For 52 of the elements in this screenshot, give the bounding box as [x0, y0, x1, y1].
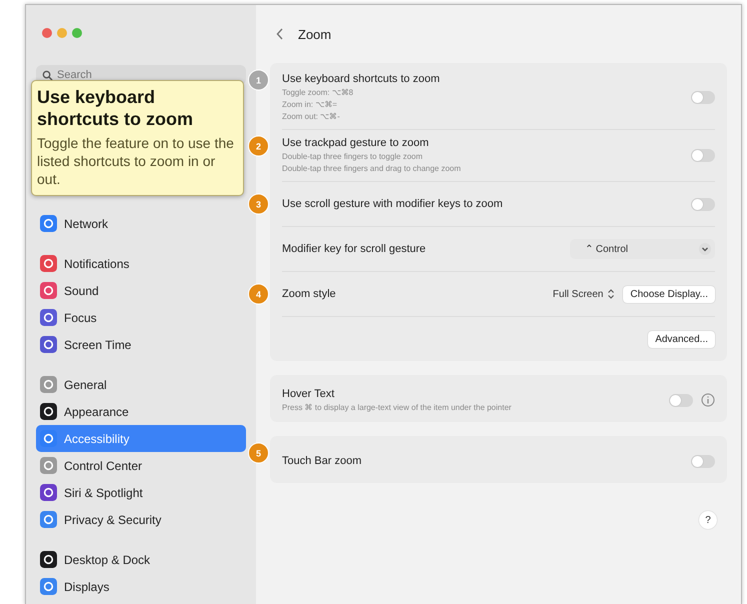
info-icon[interactable]	[701, 393, 715, 407]
back-icon[interactable]	[276, 28, 284, 40]
search-icon	[42, 70, 53, 81]
step-number-badge: 4	[248, 284, 269, 304]
setting-label: Touch Bar zoom	[282, 454, 362, 468]
sidebar-item[interactable]: Sound	[36, 277, 246, 304]
toggle-switch[interactable]	[691, 149, 715, 162]
choose-display-button[interactable]: Choose Display...	[623, 286, 715, 302]
toggle-switch[interactable]	[691, 91, 715, 104]
setting-label: Use keyboard shortcuts to zoom	[282, 72, 441, 87]
setting-label: Use scroll gesture with modifier keys to zoom	[282, 196, 504, 212]
toggle-switch[interactable]	[691, 198, 715, 210]
step-number-badge: 2	[248, 136, 269, 156]
setting-label: Use trackpad gesture to zoom	[282, 136, 430, 151]
setting-label: Modifier key for scroll gesture	[282, 242, 427, 256]
sidebar-item[interactable]: Displays	[36, 573, 246, 600]
tooltip-title: Use keyboard shortcuts to zoom	[37, 86, 194, 130]
sidebar-item[interactable]: Accessibility	[36, 425, 246, 452]
sidebar-item[interactable]: Desktop & Dock	[36, 546, 246, 573]
step-number-badge: 5	[248, 442, 269, 464]
page-title: Zoom	[298, 26, 332, 42]
setting-description: Press ⌘ to display a large-text view of the item under the pointer	[282, 402, 512, 414]
window-control-dot[interactable]	[57, 28, 67, 38]
setting-label: Hover Text	[282, 386, 336, 402]
toggle-switch[interactable]	[691, 454, 715, 468]
sidebar-item[interactable]: Focus	[36, 304, 246, 331]
sidebar-item[interactable]: Privacy & Security	[36, 506, 246, 533]
setting-description: Double-tap three fingers to toggle zoom	[282, 151, 424, 163]
chevron-down-icon	[699, 243, 711, 255]
sidebar-item[interactable]: Notifications	[36, 250, 246, 277]
window-control-dot[interactable]	[42, 28, 52, 38]
toggle-switch[interactable]	[669, 394, 693, 406]
setting-label: Zoom style	[282, 286, 337, 302]
setting-description: Zoom out: ⌥⌘-	[282, 111, 341, 123]
sidebar-item[interactable]: Network	[36, 210, 246, 237]
step-number-badge: 1	[248, 70, 269, 90]
setting-description: Double-tap three fingers and drag to change zoom	[282, 163, 462, 175]
tooltip-text: Toggle the feature on to use the listed shortcuts to zoom in or out.	[37, 134, 235, 188]
sidebar-item[interactable]: Control Center	[36, 452, 246, 479]
sidebar-item[interactable]: Appearance	[36, 398, 246, 425]
setting-description: Toggle zoom: ⌥⌘8	[282, 87, 354, 99]
popup-menu[interactable]: Full Screen	[552, 288, 616, 300]
setting-description: Zoom in: ⌥⌘=	[282, 99, 338, 111]
dropdown[interactable]: ⌃ Control	[570, 239, 715, 259]
help-button[interactable]: ?	[699, 511, 717, 529]
window-control-dot[interactable]	[72, 28, 82, 38]
sidebar-item[interactable]: Screen Time	[36, 331, 246, 358]
up-down-arrows-icon	[607, 288, 616, 300]
step-number-badge: 3	[248, 194, 269, 214]
sidebar-item[interactable]: Siri & Spotlight	[36, 479, 246, 506]
advanced-button[interactable]: Advanced...	[648, 330, 715, 348]
sidebar-item[interactable]: General	[36, 371, 246, 398]
